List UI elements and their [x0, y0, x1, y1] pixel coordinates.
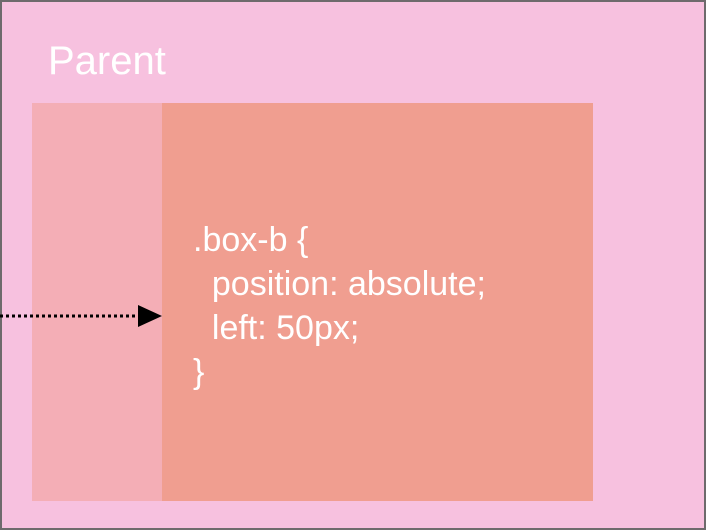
code-line-left: left: 50px; [193, 309, 360, 347]
code-line-position: position: absolute; [193, 265, 486, 303]
parent-label: Parent [48, 39, 166, 83]
code-line-selector: .box-b { [193, 221, 309, 259]
offset-arrow [0, 305, 162, 327]
box-b-css-code: .box-b { position: absolute; left: 50px;… [193, 218, 486, 394]
offset-arrow-head [138, 305, 162, 327]
code-line-close: } [193, 353, 205, 391]
diagram-canvas: Parent .box-b { position: absolute; left… [0, 0, 706, 530]
